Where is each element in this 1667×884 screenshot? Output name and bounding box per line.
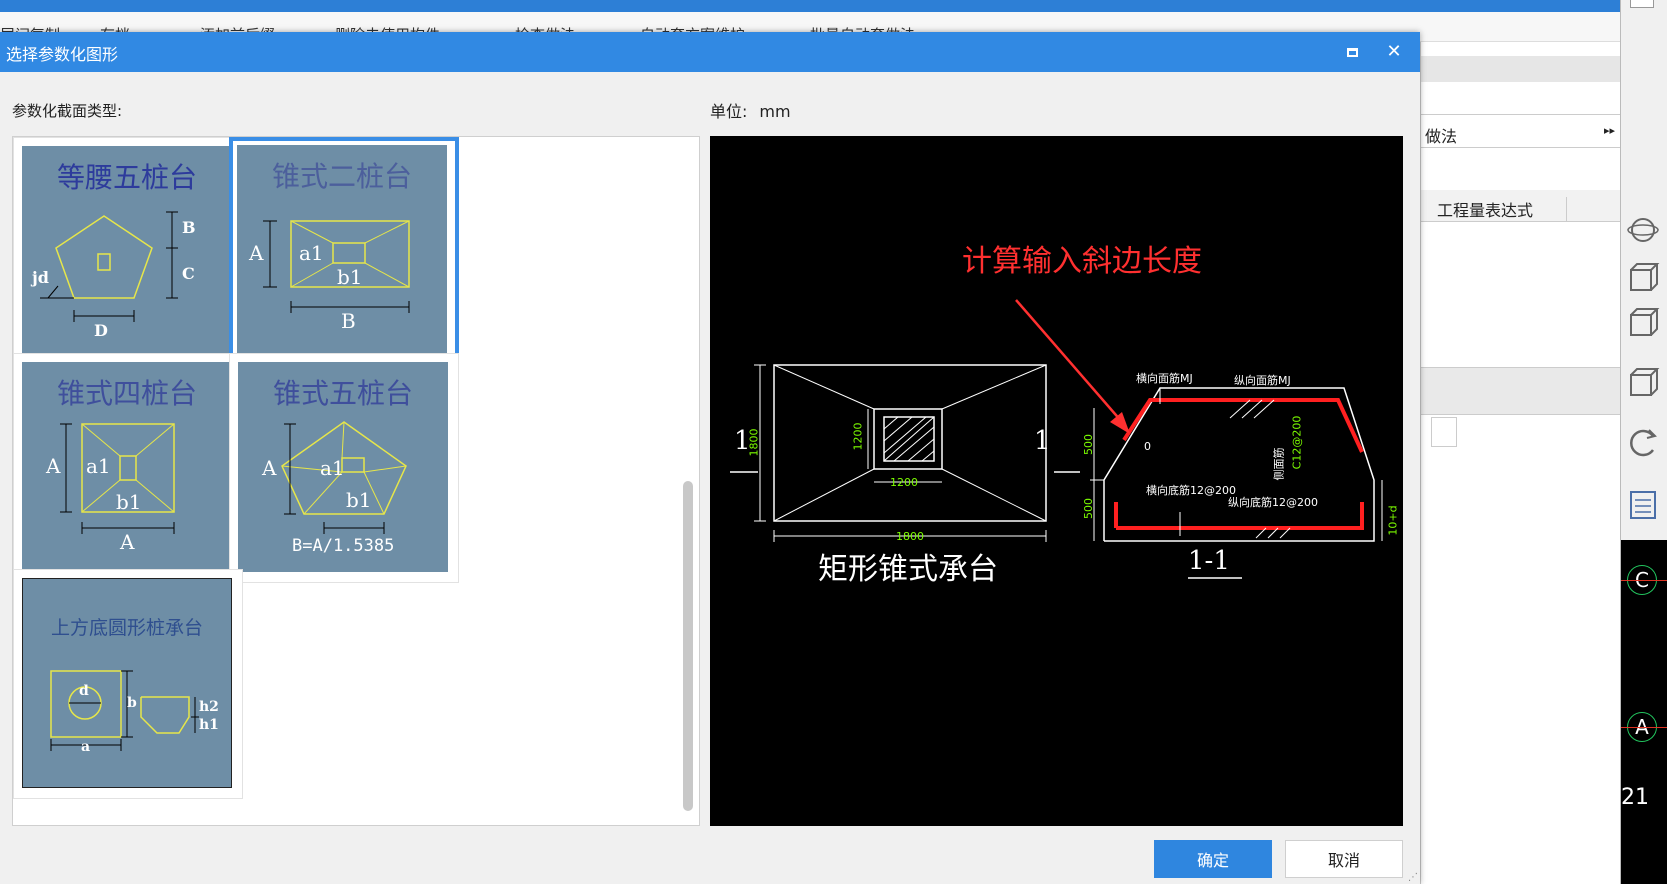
label-d: d <box>79 683 89 699</box>
dynamic-view-icon[interactable] <box>1625 212 1661 246</box>
shape-gallery: 等腰五桩台 B C jd D 锥式二桩台 A a1 b1 B 锥式四桩台 A a… <box>12 136 700 826</box>
label-jd: jd <box>32 268 49 287</box>
label-a: a <box>81 739 91 755</box>
app-title-bar <box>0 0 1620 12</box>
calculator-icon[interactable] <box>1625 488 1661 522</box>
resize-grip-icon[interactable]: ⋰ <box>1408 872 1418 883</box>
maximize-icon <box>1346 47 1358 57</box>
slope-length-callout: 计算输入斜边长度 <box>962 244 1202 279</box>
note-top-long-bar: 纵向面筋MJ <box>1234 374 1291 387</box>
dim-side: 10+d <box>1386 505 1400 536</box>
label-b1: b1 <box>346 488 372 512</box>
cube-view-icon[interactable] <box>1625 365 1661 399</box>
section-type-label: 参数化截面类型: <box>12 102 123 120</box>
label-a-bottom: A <box>120 530 135 554</box>
note-side-spec: C12@200 <box>1290 415 1304 470</box>
unit-value: mm <box>759 102 791 121</box>
label-h1: h1 <box>199 717 219 733</box>
shape-thumbnail: 锥式五桩台 A a1 b1 B=A/1.5385 <box>238 362 448 572</box>
column-expression[interactable]: 工程量表达式 <box>1437 197 1567 221</box>
label-b1: b1 <box>337 265 363 289</box>
shape-drawing <box>40 211 178 322</box>
right-panel-title[interactable]: 做法 ▸▸ <box>1421 114 1621 148</box>
expand-icon[interactable]: ▸▸ <box>1604 124 1615 137</box>
dim-height-total: 1800 <box>747 428 761 457</box>
shape-option-cone-five-pile[interactable]: 锥式五桩台 A a1 b1 B=A/1.5385 <box>229 353 459 583</box>
dim-top-height: 500 <box>1082 434 1095 455</box>
note-slope: 0 <box>1144 440 1151 453</box>
label-b: B <box>341 309 356 333</box>
label-b: B <box>182 218 196 237</box>
section-mark-right: 1 <box>1034 426 1051 456</box>
box-view-icon[interactable] <box>1625 305 1661 339</box>
rotate-icon[interactable] <box>1625 424 1661 458</box>
3d-view-icon[interactable] <box>1625 260 1661 294</box>
dialog-title: 选择参数化图形 <box>6 45 119 64</box>
shape-thumbnail: 上方底圆形桩承台 d b a h2 h1 <box>22 578 232 788</box>
unit-label-text: 单位: <box>710 102 748 121</box>
unit-label: 单位: mm <box>710 98 791 122</box>
shape-thumbnail: 等腰五桩台 B C jd D <box>22 146 232 356</box>
close-button[interactable]: ✕ <box>1380 38 1408 66</box>
label-a1: a1 <box>86 454 111 478</box>
label-a: A <box>249 241 264 265</box>
shape-drawing <box>50 670 199 751</box>
note-top-cross-bar: 横向面筋MJ <box>1136 372 1193 385</box>
maximize-button[interactable] <box>1338 38 1366 66</box>
shape-option-square-top-round-pile[interactable]: 上方底圆形桩承台 d b a h2 h1 <box>13 569 243 799</box>
preview-caption: 矩形锥式承台 <box>818 552 998 587</box>
right-panel-title-text: 做法 <box>1425 127 1458 146</box>
label-b: b <box>127 695 137 711</box>
note-side-bar: 侧面筋 <box>1272 447 1286 481</box>
dim-width-total: 1800 <box>896 530 924 543</box>
right-panel-band <box>1421 56 1621 82</box>
label-d: D <box>94 321 108 340</box>
shape-preview: 计算输入斜边长度 矩形锥式承台 1-1 1 1 1800 1200 1200 1… <box>710 136 1403 826</box>
ok-button[interactable]: 确定 <box>1154 840 1272 878</box>
note-bottom-long-bar: 纵向底筋12@200 <box>1228 496 1318 509</box>
select-parametric-shape-dialog: 选择参数化图形 ✕ 参数化截面类型: 单位: mm 等腰五桩台 B C jd D… <box>0 32 1420 884</box>
gallery-scrollbar[interactable] <box>683 481 693 811</box>
right-panel-input[interactable] <box>1431 417 1457 447</box>
label-b1: b1 <box>116 490 142 514</box>
section-label: 1-1 <box>1188 546 1230 576</box>
label-a: A <box>262 456 277 480</box>
right-panel: 做法 ▸▸ 工程量表达式 <box>1420 42 1621 884</box>
shape-thumbnail: 锥式四桩台 A a1 b1 A <box>22 362 232 572</box>
label-c: C <box>182 264 195 283</box>
axis-line <box>1621 580 1667 581</box>
label-a1: a1 <box>299 241 324 265</box>
shape-option-cone-four-pile[interactable]: 锥式四桩台 A a1 b1 A <box>13 353 243 583</box>
cad-number: 21 <box>1621 785 1649 810</box>
shape-option-cone-two-pile[interactable]: 锥式二桩台 A a1 b1 B <box>229 137 459 367</box>
shape-option-isosceles-five-pile[interactable]: 等腰五桩台 B C jd D <box>13 137 243 367</box>
cad-canvas[interactable]: C A 21 <box>1621 540 1667 884</box>
right-panel-separator <box>1421 367 1621 415</box>
cancel-button[interactable]: 取消 <box>1285 840 1403 878</box>
label-a1: a1 <box>320 456 345 480</box>
dim-inner-width: 1200 <box>890 476 918 489</box>
dialog-title-bar: 选择参数化图形 ✕ <box>0 32 1420 72</box>
dim-inner-height: 1200 <box>851 422 865 451</box>
axis-line <box>1621 727 1667 728</box>
label-a: A <box>46 454 61 478</box>
shape-thumbnail: 锥式二桩台 A a1 b1 B <box>237 145 447 355</box>
label-h2: h2 <box>199 699 219 715</box>
note-bottom-cross-bar: 横向底筋12@200 <box>1146 484 1236 497</box>
label-formula: B=A/1.5385 <box>292 536 395 556</box>
dim-bottom-height: 500 <box>1082 498 1095 519</box>
restore-icon[interactable] <box>1630 0 1654 8</box>
right-panel-column-header: 工程量表达式 <box>1421 190 1621 222</box>
